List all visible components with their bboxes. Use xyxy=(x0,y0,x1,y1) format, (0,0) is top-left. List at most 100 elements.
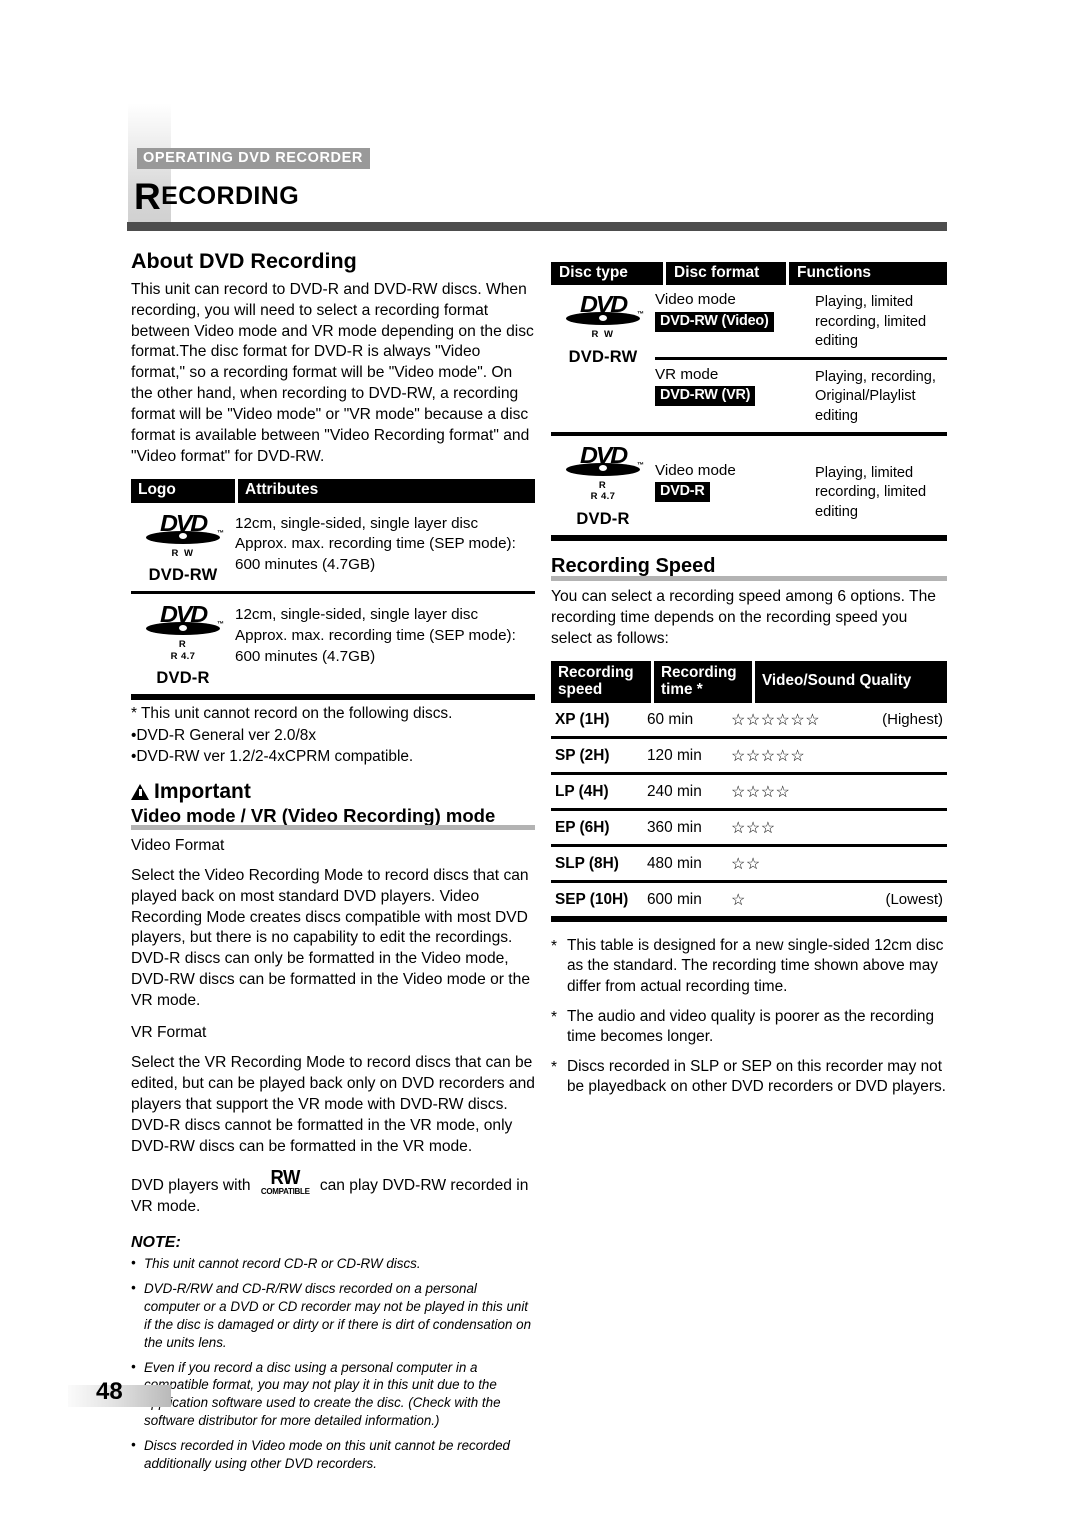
logo-name-label: DVD-R xyxy=(576,509,630,528)
format-tag: DVD-R xyxy=(655,481,710,502)
right-column: Disc type Disc format Functions DVD ™ R … xyxy=(551,262,947,1107)
speed-label: SEP (10H) xyxy=(555,890,629,908)
cannot-record-list: * This unit cannot record on the followi… xyxy=(131,704,535,767)
mode-label: VR mode xyxy=(655,365,719,383)
trademark-icon: ™ xyxy=(217,621,224,629)
table-row: XP (1H) 60 min ☆☆☆☆☆☆ (Highest) xyxy=(551,703,947,739)
chapter-initial: R xyxy=(134,176,162,217)
star-rating: ☆☆ xyxy=(731,855,761,873)
vr-format-text: Select the VR Recording Mode to record d… xyxy=(131,1053,535,1155)
mode-label: Video mode xyxy=(655,291,736,309)
logo-cell: DVD ™ R R 4.7 DVD-R xyxy=(131,601,235,688)
warning-triangle-icon xyxy=(131,783,149,800)
dvd-logo-hole xyxy=(179,533,187,540)
list-item: •DVD-R General ver 2.0/8x xyxy=(131,726,317,744)
table-row: Video mode DVD-RW (Video) Playing, limit… xyxy=(655,285,947,360)
rw-compatible-logo-icon: RW COMPATIBLE xyxy=(259,1168,312,1196)
disc-format-cell: Video mode DVD-R xyxy=(655,462,815,502)
list-item: Discs recorded in Video mode on this uni… xyxy=(131,1436,535,1473)
speed-label: LP (4H) xyxy=(555,782,609,800)
recording-speed-heading: Recording Speed xyxy=(551,555,947,581)
rw-badge-bottom: COMPATIBLE xyxy=(260,1186,310,1197)
disc-type-table: Disc type Disc format Functions DVD ™ R … xyxy=(551,262,947,541)
list-item: Even if you record a disc using a person… xyxy=(131,1358,535,1430)
about-paragraph: This unit can record to DVD-R and DVD-RW… xyxy=(131,280,534,466)
list-item: Discs recorded in SLP or SEP on this rec… xyxy=(551,1057,947,1098)
quality-note: (Highest) xyxy=(882,711,943,729)
speed-label: SP (2H) xyxy=(555,746,610,764)
attribute-line: 600 minutes (4.7GB) xyxy=(235,555,376,573)
section-kicker: OPERATING DVD RECORDER xyxy=(137,148,370,169)
logo-sub-label-2: R 4.7 xyxy=(170,650,196,662)
important-heading: Important xyxy=(131,780,535,803)
dvd-logo-mark: DVD ™ xyxy=(564,442,644,480)
dvd-logo-mark: DVD ™ xyxy=(144,510,224,548)
attributes-cell: 12cm, single-sided, single layer disc Ap… xyxy=(235,601,535,667)
col-header-recording-time: Recording time * xyxy=(654,660,752,703)
trademark-icon: ™ xyxy=(637,311,644,319)
time-value: 360 min xyxy=(647,818,702,836)
manual-page: OPERATING DVD RECORDER RECORDING About D… xyxy=(0,0,1080,1528)
format-tag: DVD-RW (VR) xyxy=(655,386,756,407)
col-header-quality: Video/Sound Quality xyxy=(755,660,947,703)
logo-cell: DVD ™ R R 4.7 DVD-R xyxy=(551,436,655,535)
attribute-line: Approx. max. recording time (SEP mode): xyxy=(235,626,516,644)
logo-name-label: DVD-RW xyxy=(568,347,638,366)
list-item: The audio and video quality is poorer as… xyxy=(551,1007,947,1048)
quality-cell: ☆☆☆☆☆ xyxy=(731,746,947,766)
rw-sentence-before: DVD players with xyxy=(131,1177,251,1195)
mode-label: Video mode xyxy=(655,461,736,479)
table-row: Video mode DVD-R Playing, limited record… xyxy=(655,436,947,528)
col-header-disc-type: Disc type xyxy=(551,262,663,286)
speed-label: EP (6H) xyxy=(555,818,610,836)
video-format-label: Video Format xyxy=(131,837,225,855)
disc-format-rows: Video mode DVD-RW (Video) Playing, limit… xyxy=(655,285,947,431)
quality-cell: ☆☆☆☆☆☆ (Highest) xyxy=(731,710,947,730)
time-value: 60 min xyxy=(647,710,694,728)
left-column: About DVD Recording This unit can record… xyxy=(131,250,535,1480)
logo-sub-label: R xyxy=(178,639,188,651)
disc-format-cell: Video mode DVD-RW (Video) xyxy=(655,291,815,332)
functions-cell: Playing, recording, Original/Playlist ed… xyxy=(815,368,936,424)
important-label: Important xyxy=(154,779,251,803)
logo-name-label: DVD-RW xyxy=(148,566,218,585)
list-item: This unit cannot record CD-R or CD-RW di… xyxy=(131,1254,535,1273)
speed-table-header: Recording speed Recording time * Video/S… xyxy=(551,660,947,703)
page-number: 48 xyxy=(96,1378,123,1405)
time-value: 120 min xyxy=(647,746,702,764)
page-title: RECORDING xyxy=(134,178,299,215)
note-title: NOTE: xyxy=(131,1234,181,1252)
trademark-icon: ™ xyxy=(637,461,644,469)
table-row: SP (2H) 120 min ☆☆☆☆☆ xyxy=(551,739,947,775)
heading-underline xyxy=(551,575,947,581)
logo-table-header: Logo Attributes xyxy=(131,479,535,503)
logo-sub-label-2: R 4.7 xyxy=(590,491,616,503)
heading-underline xyxy=(131,825,535,831)
rw-badge-top: RW xyxy=(270,1167,300,1190)
disc-table-header: Disc type Disc format Functions xyxy=(551,262,947,286)
table-row: LP (4H) 240 min ☆☆☆☆ xyxy=(551,775,947,811)
table-row: EP (6H) 360 min ☆☆☆ xyxy=(551,811,947,847)
attribute-line: 600 minutes (4.7GB) xyxy=(235,647,376,665)
speed-label: XP (1H) xyxy=(555,710,610,728)
logo-attributes-table: Logo Attributes DVD ™ R W DVD-RW 12cm, s… xyxy=(131,479,535,701)
logo-sub-label: R xyxy=(598,479,608,491)
table-row: DVD ™ R W DVD-RW 12cm, single-sided, sin… xyxy=(131,503,535,595)
table-row: DVD ™ R R 4.7 DVD-R 12cm, single-sided, … xyxy=(131,594,535,701)
col-header-logo: Logo xyxy=(131,479,235,503)
attributes-cell: 12cm, single-sided, single layer disc Ap… xyxy=(235,510,535,576)
dvd-disc-logo-icon: DVD ™ R R 4.7 DVD-R xyxy=(564,442,644,529)
dvd-logo-hole xyxy=(179,624,187,631)
functions-cell: Playing, limited recording, limited edit… xyxy=(815,294,927,350)
time-value: 600 min xyxy=(647,890,702,908)
format-tag: DVD-RW (Video) xyxy=(655,311,774,332)
speed-label: SLP (8H) xyxy=(555,854,619,872)
logo-sub-label: R W xyxy=(171,547,195,559)
logo-name-label: DVD-R xyxy=(156,669,210,688)
quality-cell: ☆☆ xyxy=(731,854,947,874)
star-rating: ☆☆☆☆ xyxy=(731,783,791,801)
logo-sub-label: R W xyxy=(591,329,615,341)
time-value: 480 min xyxy=(647,854,702,872)
star-rating: ☆ xyxy=(731,891,746,909)
list-item: This table is designed for a new single-… xyxy=(551,936,947,998)
